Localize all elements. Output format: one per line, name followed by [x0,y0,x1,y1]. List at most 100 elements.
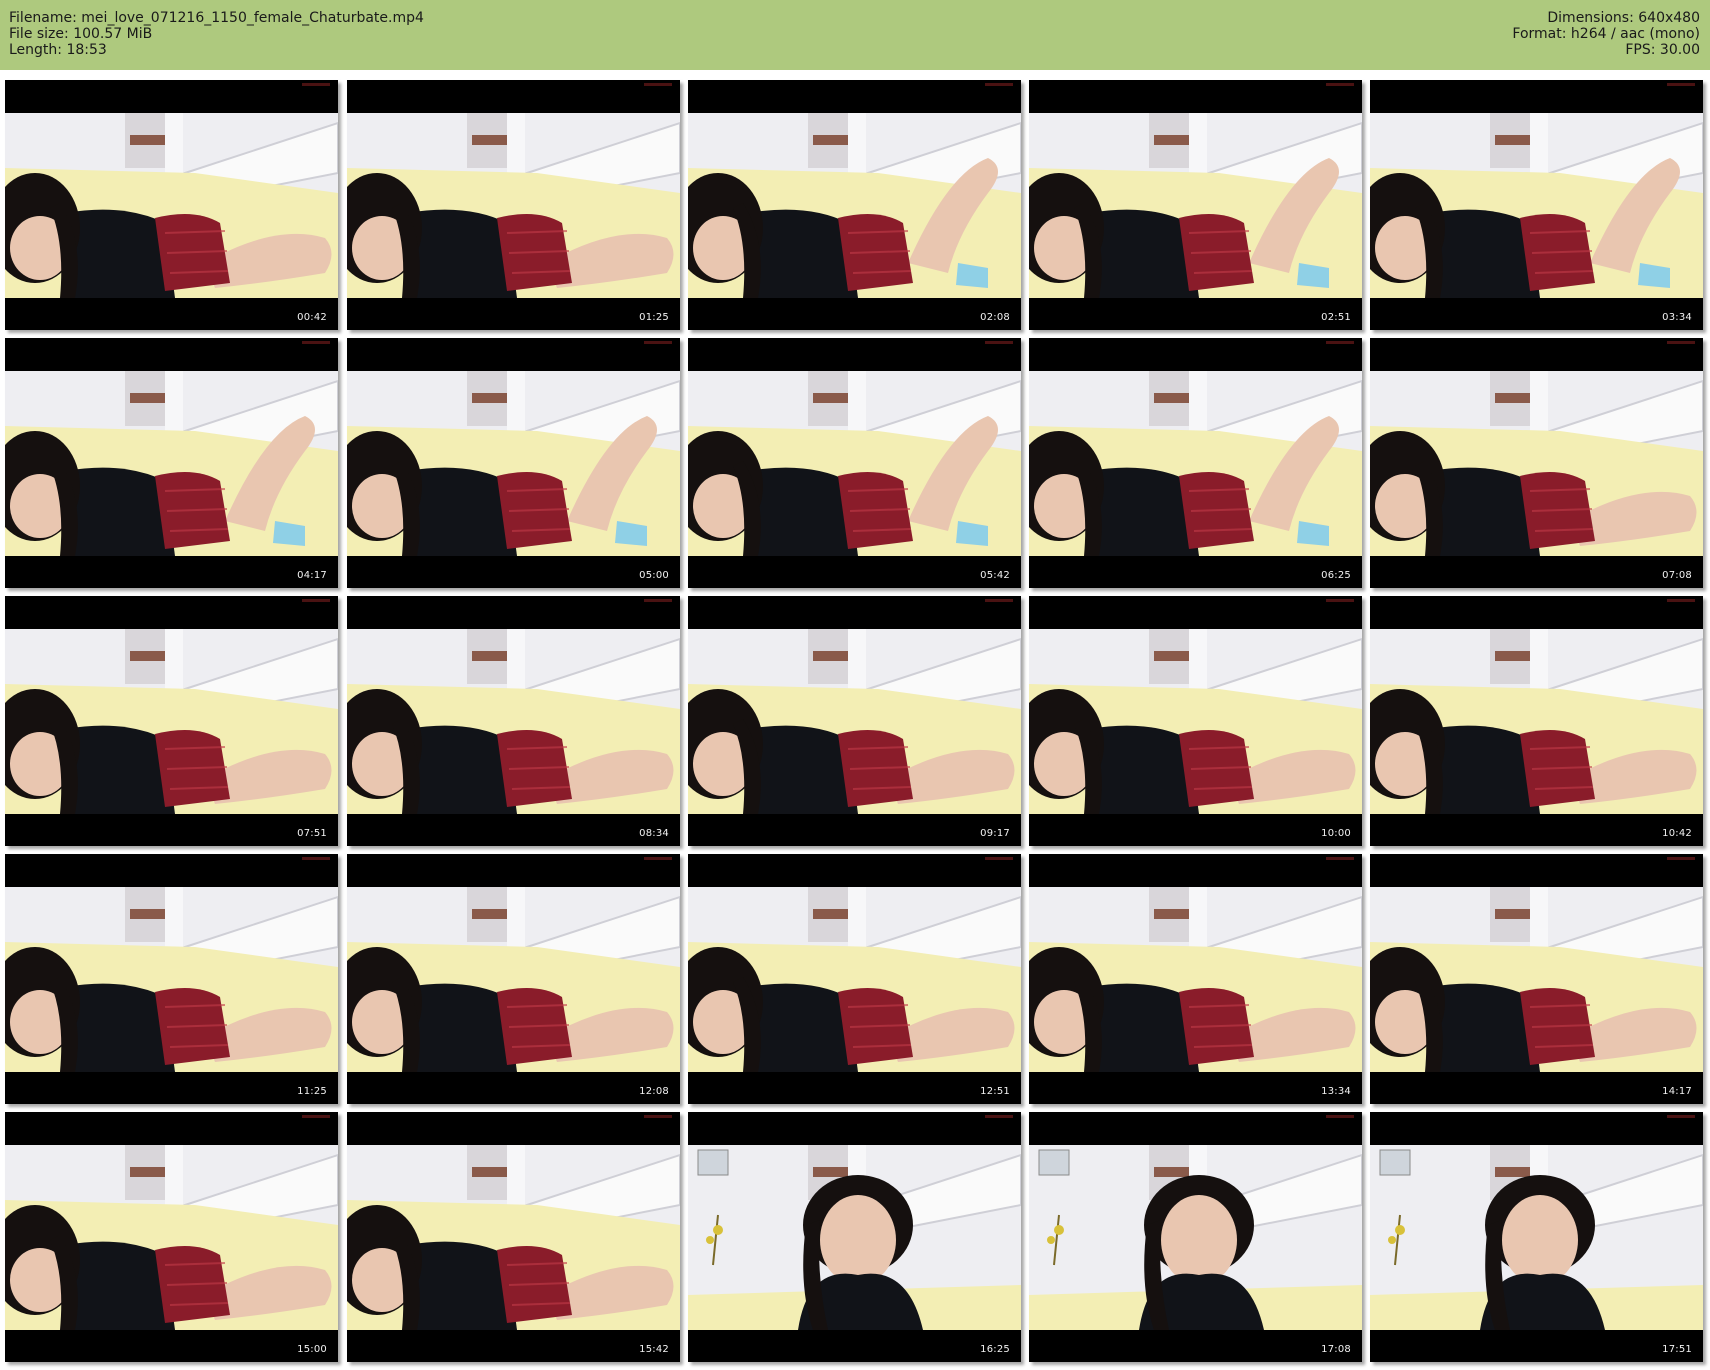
fps-text: FPS: 30.00 [1625,42,1700,58]
thumbnail-frame: 01:25 [347,80,680,330]
video-frame-image [688,629,1021,814]
video-frame-image [347,887,680,1072]
timestamp-label: 12:08 [639,1086,669,1097]
watermark-mark [302,599,330,602]
watermark-mark [644,599,672,602]
thumbnail-frame: 04:17 [5,338,338,588]
timestamp-label: 02:51 [1321,312,1351,323]
thumbnail-frame: 15:00 [5,1112,338,1362]
watermark-mark [1667,599,1695,602]
thumbnail-frame: 07:51 [5,596,338,846]
dimensions-text: Dimensions: 640x480 [1547,10,1700,26]
watermark-mark [302,83,330,86]
video-frame-image [5,113,338,298]
video-frame-image [347,113,680,298]
file-info: Filename: mei_love_071216_1150_female_Ch… [9,10,424,58]
watermark-mark [644,341,672,344]
timestamp-label: 14:17 [1662,1086,1692,1097]
length-text: Length: 18:53 [9,42,107,58]
video-frame-image [688,113,1021,298]
thumbnail-frame: 08:34 [347,596,680,846]
thumbnail-frame: 06:25 [1029,338,1362,588]
timestamp-label: 01:25 [639,312,669,323]
thumbnail-frame: 13:34 [1029,854,1362,1104]
video-frame-image [688,1145,1021,1330]
timestamp-label: 07:51 [297,828,327,839]
video-frame-image [5,629,338,814]
watermark-mark [302,857,330,860]
video-frame-image [347,371,680,556]
timestamp-label: 06:25 [1321,570,1351,581]
timestamp-label: 02:08 [980,312,1010,323]
watermark-mark [1667,1115,1695,1118]
watermark-mark [1326,857,1354,860]
timestamp-label: 05:42 [980,570,1010,581]
timestamp-label: 04:17 [297,570,327,581]
timestamp-label: 17:51 [1662,1344,1692,1355]
video-frame-image [1029,1145,1362,1330]
video-frame-image [1029,113,1362,298]
thumbnail-frame: 05:42 [688,338,1021,588]
video-frame-image [5,1145,338,1330]
timestamp-label: 15:42 [639,1344,669,1355]
thumbnail-frame: 10:42 [1370,596,1703,846]
timestamp-label: 17:08 [1321,1344,1351,1355]
video-frame-image [1370,887,1703,1072]
timestamp-label: 00:42 [297,312,327,323]
watermark-mark [302,1115,330,1118]
thumbnail-frame: 10:00 [1029,596,1362,846]
thumbnail-frame: 15:42 [347,1112,680,1362]
watermark-mark [1326,83,1354,86]
thumbnail-grid: 00:42 01:25 02:08 02:51 03:34 04:17 05:00 05:42… [0,70,1710,1370]
video-frame-image [688,887,1021,1072]
thumbnail-frame: 00:42 [5,80,338,330]
timestamp-label: 10:42 [1662,828,1692,839]
video-frame-image [688,371,1021,556]
video-frame-image [5,371,338,556]
timestamp-label: 13:34 [1321,1086,1351,1097]
watermark-mark [985,83,1013,86]
watermark-mark [985,341,1013,344]
watermark-mark [1326,599,1354,602]
thumbnail-frame: 09:17 [688,596,1021,846]
thumbnail-frame: 17:08 [1029,1112,1362,1362]
thumbnail-frame: 02:08 [688,80,1021,330]
video-frame-image [347,629,680,814]
watermark-mark [644,857,672,860]
info-header: Filename: mei_love_071216_1150_female_Ch… [0,0,1710,70]
thumbnail-frame: 07:08 [1370,338,1703,588]
filesize-text: File size: 100.57 MiB [9,26,153,42]
video-frame-image [1029,371,1362,556]
video-frame-image [347,1145,680,1330]
watermark-mark [985,857,1013,860]
video-frame-image [1370,629,1703,814]
watermark-mark [985,599,1013,602]
watermark-mark [1326,1115,1354,1118]
timestamp-label: 12:51 [980,1086,1010,1097]
watermark-mark [1667,341,1695,344]
timestamp-label: 10:00 [1321,828,1351,839]
thumbnail-frame: 12:51 [688,854,1021,1104]
timestamp-label: 07:08 [1662,570,1692,581]
video-frame-image [1370,371,1703,556]
stream-info: Dimensions: 640x480 Format: h264 / aac (… [1512,10,1700,58]
video-frame-image [1370,113,1703,298]
thumbnail-frame: 02:51 [1029,80,1362,330]
thumbnail-frame: 12:08 [347,854,680,1104]
video-frame-image [1029,887,1362,1072]
watermark-mark [1326,341,1354,344]
watermark-mark [644,83,672,86]
watermark-mark [644,1115,672,1118]
format-text: Format: h264 / aac (mono) [1512,26,1700,42]
timestamp-label: 11:25 [297,1086,327,1097]
thumbnail-frame: 05:00 [347,338,680,588]
watermark-mark [1667,83,1695,86]
timestamp-label: 16:25 [980,1344,1010,1355]
video-frame-image [5,887,338,1072]
timestamp-label: 09:17 [980,828,1010,839]
watermark-mark [302,341,330,344]
thumbnail-frame: 17:51 [1370,1112,1703,1362]
watermark-mark [985,1115,1013,1118]
timestamp-label: 05:00 [639,570,669,581]
filename-text: Filename: mei_love_071216_1150_female_Ch… [9,10,424,26]
